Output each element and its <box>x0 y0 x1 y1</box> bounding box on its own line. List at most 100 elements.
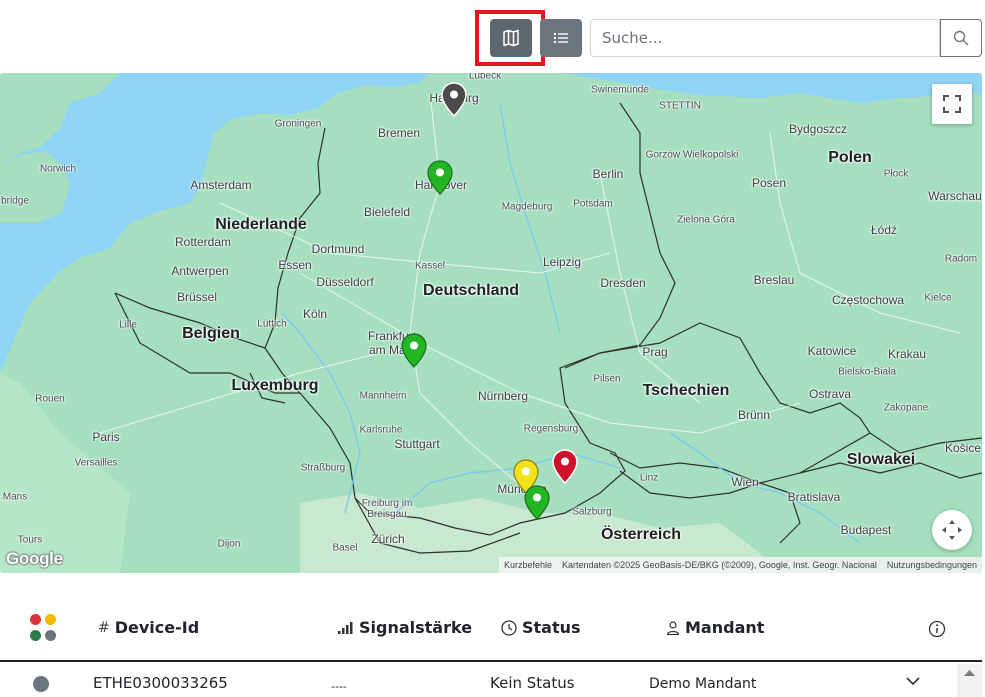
city-label: Brüssel <box>176 290 218 304</box>
city-label: Berlin <box>592 167 624 181</box>
city-label: Basel <box>332 542 358 554</box>
city-label: Swinemünde <box>591 84 649 96</box>
terms-link[interactable]: Nutzungsbedingungen <box>887 560 977 570</box>
city-label: Leipzig <box>542 255 582 269</box>
info-icon[interactable] <box>928 620 946 638</box>
column-header-tenant[interactable]: Mandant <box>666 618 764 637</box>
google-logo: Google <box>6 549 63 568</box>
city-label: Gorzów Wielkopolski <box>645 149 739 161</box>
map-view-button[interactable] <box>490 19 532 57</box>
city-label: Zielona Góra <box>677 214 735 226</box>
country-label: Niederlande <box>215 216 307 233</box>
country-label: Deutschland <box>422 282 520 299</box>
device-marker[interactable] <box>427 160 453 196</box>
list-view-button[interactable] <box>540 19 582 57</box>
column-header-signal[interactable]: Signalstärke <box>338 618 472 637</box>
city-label: Lille <box>119 319 137 331</box>
device-marker[interactable] <box>524 485 550 521</box>
search-button[interactable] <box>940 19 982 57</box>
country-label: Luxemburg <box>231 377 319 394</box>
clock-icon <box>501 619 517 636</box>
tenant-cell: Demo Mandant <box>649 676 757 692</box>
city-label: Krakau <box>887 347 927 361</box>
city-label: Potsdam <box>573 198 613 210</box>
city-label: Nürnberg <box>477 389 529 403</box>
signal-icon <box>338 621 353 634</box>
signal-cell: ---- <box>331 680 347 693</box>
legend-dot-green <box>30 630 41 641</box>
column-header-label: Status <box>522 618 581 637</box>
city-label: Mans <box>2 491 28 503</box>
device-marker[interactable] <box>441 82 467 118</box>
status-cell: Kein Status <box>490 674 575 692</box>
city-label: Wien <box>731 475 759 489</box>
city-label: bridge <box>1 195 29 207</box>
search-input[interactable] <box>590 19 940 57</box>
device-id-cell: ETHE0300033265 <box>93 674 228 692</box>
row-status-dot <box>33 676 49 692</box>
map-data-text: Kartendaten ©2025 GeoBasis-DE/BKG (©2009… <box>561 560 877 570</box>
city-label: Köln <box>302 307 328 321</box>
legend-dot-yellow <box>45 614 56 625</box>
city-label: Bratislava <box>787 490 841 504</box>
city-label: Zakopane <box>883 402 929 414</box>
city-label: Norwich <box>39 163 77 175</box>
country-label: Polen <box>828 149 872 166</box>
city-label: Lüttich <box>257 318 287 330</box>
city-label: Mannheim <box>359 390 407 402</box>
column-header-label: Mandant <box>685 618 765 637</box>
country-label: Österreich <box>600 526 682 543</box>
scroll-up-arrow-icon[interactable] <box>957 665 982 679</box>
city-label: Groningen <box>274 118 322 130</box>
city-label: Paris <box>92 430 120 444</box>
chevron-down-icon[interactable] <box>905 676 921 686</box>
city-label: Kielce <box>924 292 952 304</box>
city-label: Dortmund <box>311 242 365 256</box>
column-header-status[interactable]: Status <box>501 618 581 637</box>
city-label: STETTIN <box>659 100 701 112</box>
city-label: Magdeburg <box>501 201 553 213</box>
search-icon <box>953 30 969 46</box>
hash-icon: # <box>98 619 110 636</box>
city-label: Linz <box>639 472 659 484</box>
city-label: Zürich <box>371 532 405 546</box>
legend-dot-red <box>30 614 41 625</box>
city-label: Kassel <box>414 260 446 272</box>
city-label: Karlsruhe <box>359 424 403 436</box>
city-label: Płock <box>883 168 909 180</box>
fullscreen-icon <box>943 95 961 113</box>
country-label: Belgien <box>182 325 240 342</box>
column-header-device-id[interactable]: # Device-Id <box>98 618 199 637</box>
keyboard-shortcuts-link[interactable]: Kurzbefehle <box>504 560 552 570</box>
city-label: Ostrava <box>808 387 852 401</box>
country-label: Slowakei <box>846 451 916 468</box>
pan-control-button[interactable] <box>932 510 972 550</box>
legend-dot-gray <box>45 630 56 641</box>
scrollbar[interactable] <box>957 664 982 697</box>
city-label: Bremen <box>377 126 421 140</box>
city-label: Regensburg <box>523 423 579 435</box>
toolbar <box>0 0 985 72</box>
city-label: Częstochowa <box>831 293 905 307</box>
user-icon <box>666 620 680 635</box>
city-label: Budapest <box>840 523 892 537</box>
city-label: Essen <box>278 258 312 272</box>
city-label: Posen <box>751 176 787 190</box>
device-marker[interactable] <box>401 333 427 369</box>
device-marker[interactable] <box>552 449 578 485</box>
city-label: Rotterdam <box>174 235 232 249</box>
fullscreen-button[interactable] <box>932 84 972 124</box>
city-label: Antwerpen <box>171 264 229 278</box>
city-label: Düsseldorf <box>316 275 374 289</box>
search-group <box>590 19 982 57</box>
map-view[interactable]: Lübeck Hamburg Swinemünde STETTIN Gronin… <box>0 73 982 573</box>
city-label: Warschau <box>928 189 982 203</box>
city-label: Tours <box>17 534 43 546</box>
city-label: Dresden <box>600 276 646 290</box>
pan-control-icon <box>942 520 962 540</box>
city-label: Brünn <box>737 408 771 422</box>
city-label: Breslau <box>753 273 795 287</box>
city-label: Prag <box>642 345 668 359</box>
status-legend-icon <box>30 614 58 644</box>
city-label: Salzburg <box>572 506 612 518</box>
